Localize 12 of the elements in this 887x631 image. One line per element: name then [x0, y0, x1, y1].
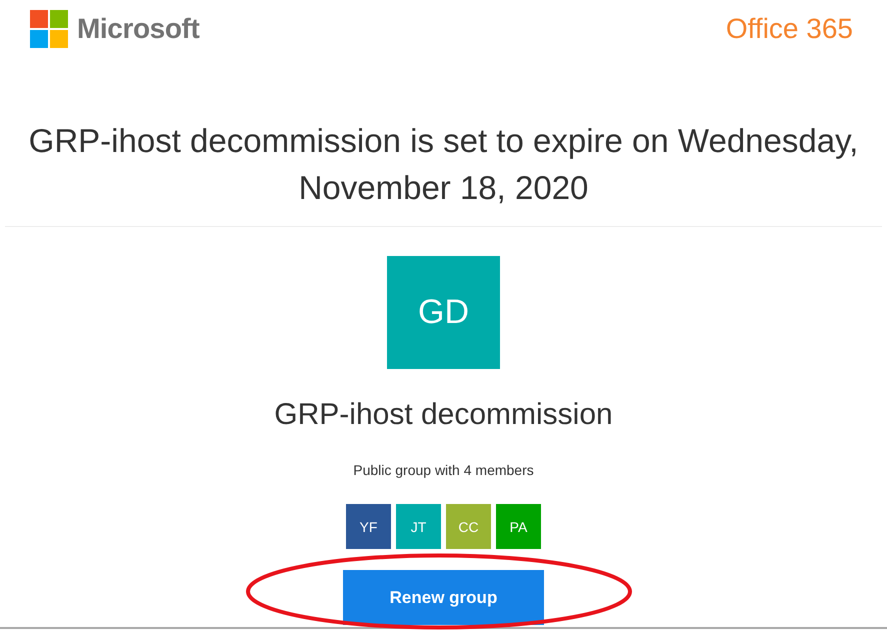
member-initials-tile: PA [496, 504, 541, 549]
member-initials-tile: JT [396, 504, 441, 549]
member-initials-tile: YF [346, 504, 391, 549]
expiry-headline: GRP-ihost decommission is set to expire on Wednesday, November 18, 2020 [28, 121, 860, 208]
product-name: Office 365 [726, 12, 853, 44]
four-square-logo-icon [30, 10, 68, 48]
brand-name: Microsoft [77, 12, 200, 44]
renew-group-button[interactable]: Renew group [343, 570, 544, 625]
group-description: Public group with 4 members [353, 461, 534, 479]
member-initials-tile: CC [446, 504, 491, 549]
group-initials-tile: GD [387, 256, 500, 369]
group-name: GRP-ihost decommission [274, 397, 613, 433]
